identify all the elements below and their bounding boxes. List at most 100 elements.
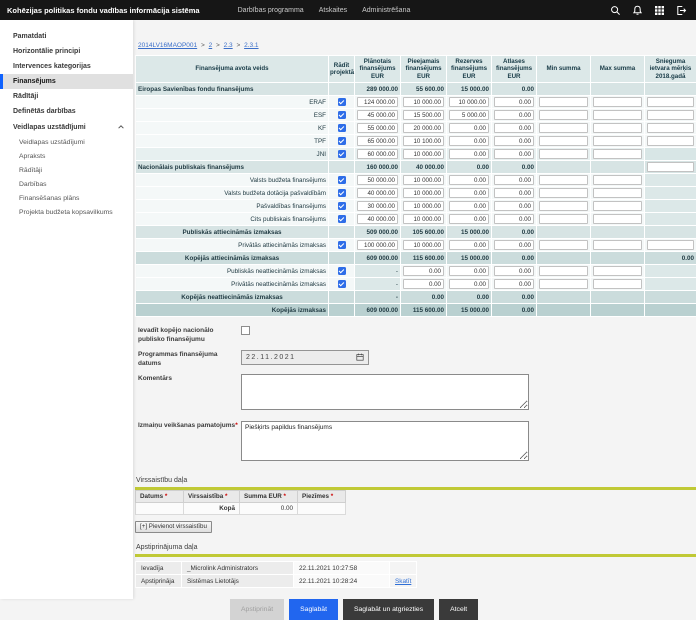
amount-input[interactable] [539,188,588,198]
amount-input[interactable] [647,240,694,250]
sidebar-subitem[interactable]: Veidlapas uzstādījumi [0,135,133,149]
amount-input[interactable] [539,214,588,224]
amount-input[interactable] [647,97,694,107]
amount-input[interactable] [494,136,534,146]
amount-input[interactable] [449,240,489,250]
show-in-project-checkbox[interactable] [338,215,346,223]
amount-input[interactable] [593,240,642,250]
topbar-menu-item[interactable]: Administrēšana [362,7,410,14]
amount-input[interactable] [403,214,444,224]
sidebar-item-horizont-lie-principi[interactable]: Horizontālie principi [0,44,133,59]
amount-input[interactable] [593,279,642,289]
show-in-project-checkbox[interactable] [338,280,346,288]
amount-input[interactable] [449,188,489,198]
amount-input[interactable] [593,214,642,224]
amount-input[interactable] [403,266,444,276]
amount-input[interactable] [449,136,489,146]
amount-input[interactable] [403,97,444,107]
amount-input[interactable] [403,188,444,198]
sidebar-item-finans-jums[interactable]: Finansējums [0,74,133,89]
logout-icon[interactable] [676,5,687,16]
amount-input[interactable] [494,201,534,211]
show-in-project-checkbox[interactable] [338,202,346,210]
notifications-icon[interactable] [632,5,643,16]
amount-input[interactable] [449,97,489,107]
amount-input[interactable] [494,214,534,224]
amount-input[interactable] [403,149,444,159]
sidebar-subitem[interactable]: Apraksts [0,149,133,163]
amount-input[interactable] [357,97,398,107]
amount-input[interactable] [357,110,398,120]
sidebar-subitem[interactable]: Rādītāji [0,163,133,177]
add-virssaistiba-button[interactable]: [+] Pievienot virssaistību [135,521,212,533]
amount-input[interactable] [539,123,588,133]
show-in-project-checkbox[interactable] [338,111,346,119]
amount-input[interactable] [403,110,444,120]
view-link[interactable]: Skatīt [395,578,411,585]
amount-input[interactable] [357,188,398,198]
amount-input[interactable] [494,188,534,198]
amount-input[interactable] [494,97,534,107]
show-in-project-checkbox[interactable] [338,98,346,106]
show-in-project-checkbox[interactable] [338,150,346,158]
app-title[interactable]: Kohēzijas politikas fondu vadības inform… [0,6,210,15]
amount-input[interactable] [539,97,588,107]
amount-input[interactable] [357,240,398,250]
amount-input[interactable] [449,214,489,224]
amount-input[interactable] [403,240,444,250]
amount-input[interactable] [593,149,642,159]
show-in-project-checkbox[interactable] [338,137,346,145]
amount-input[interactable] [403,136,444,146]
amount-input[interactable] [593,266,642,276]
amount-input[interactable] [403,175,444,185]
amount-input[interactable] [449,279,489,289]
amount-input[interactable] [449,149,489,159]
amount-input[interactable] [449,123,489,133]
cancel-button[interactable]: Atcelt [439,599,478,620]
breadcrumb-link[interactable]: 2.3 [224,42,233,49]
breadcrumb-link[interactable]: 2014LV16MAOP001 [138,42,197,49]
amount-input[interactable] [593,188,642,198]
amount-input[interactable] [539,201,588,211]
amount-input[interactable] [403,123,444,133]
sidebar-item-pamatdati[interactable]: Pamatdati [0,29,133,44]
amount-input[interactable] [539,110,588,120]
sidebar-item-defin-t-s-darb-bas[interactable]: Definētās darbības [0,104,133,119]
amount-input[interactable] [494,149,534,159]
total-national-checkbox[interactable] [241,326,250,335]
amount-input[interactable] [357,123,398,133]
amount-input[interactable] [593,175,642,185]
amount-input[interactable] [593,136,642,146]
amount-input[interactable] [647,162,694,172]
amount-input[interactable] [647,123,694,133]
show-in-project-checkbox[interactable] [338,176,346,184]
amount-input[interactable] [357,149,398,159]
breadcrumb-link[interactable]: 2.3.1 [244,42,258,49]
amount-input[interactable] [539,279,588,289]
amount-input[interactable] [494,240,534,250]
show-in-project-checkbox[interactable] [338,124,346,132]
amount-input[interactable] [449,266,489,276]
topbar-menu-item[interactable]: Darbības programma [238,7,304,14]
sidebar-item-veidlapas-uzst-d-jumi[interactable]: Veidlapas uzstādījumi [0,119,133,135]
approve-button[interactable]: Apstiprināt [230,599,284,620]
topbar-menu-item[interactable]: Atskaites [319,7,347,14]
sidebar-subitem[interactable]: Projekta budžeta kopsavilkums [0,205,133,219]
amount-input[interactable] [494,266,534,276]
amount-input[interactable] [403,201,444,211]
amount-input[interactable] [357,136,398,146]
sidebar-item-r-d-t-ji[interactable]: Rādītāji [0,89,133,104]
amount-input[interactable] [494,175,534,185]
amount-input[interactable] [593,110,642,120]
amount-input[interactable] [539,149,588,159]
amount-input[interactable] [539,240,588,250]
show-in-project-checkbox[interactable] [338,241,346,249]
save-return-button[interactable]: Saglabāt un atgriezties [343,599,434,620]
save-button[interactable]: Saglabāt [289,599,338,620]
amount-input[interactable] [357,201,398,211]
amount-input[interactable] [494,110,534,120]
amount-input[interactable] [539,266,588,276]
reason-textarea[interactable] [241,421,529,461]
calendar-icon[interactable] [356,353,364,363]
amount-input[interactable] [593,201,642,211]
